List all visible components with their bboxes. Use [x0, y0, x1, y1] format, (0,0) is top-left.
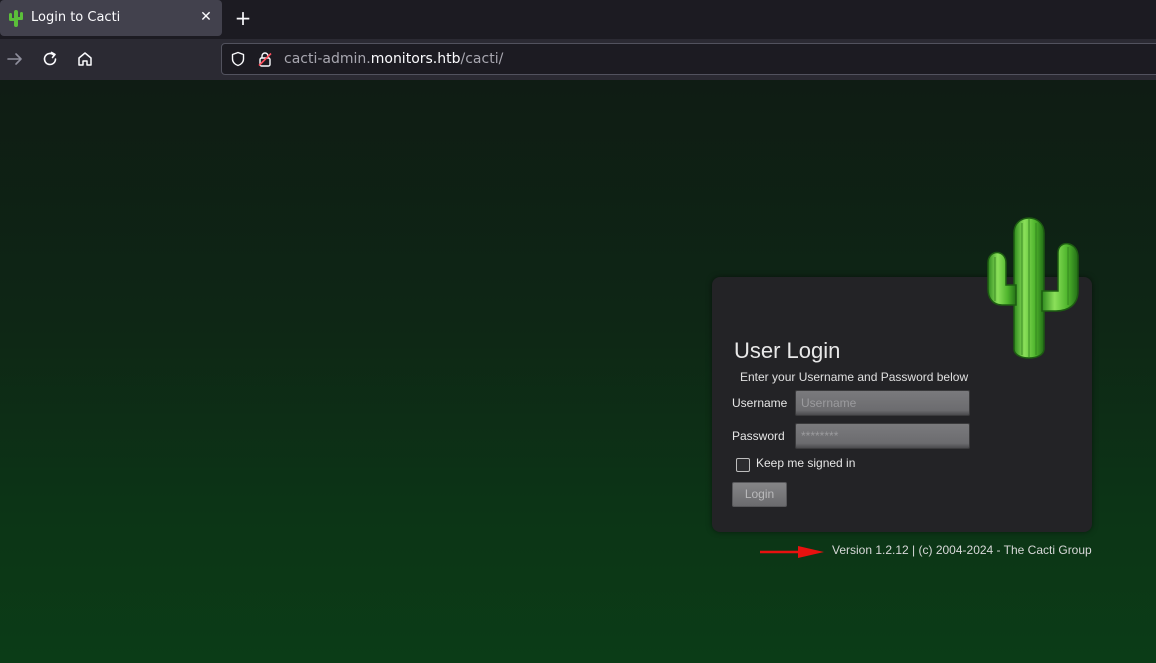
- tab-login-to-cacti[interactable]: Login to Cacti ✕: [0, 0, 222, 36]
- password-input[interactable]: [795, 423, 970, 449]
- url-path: /cacti/: [460, 51, 504, 67]
- home-icon[interactable]: [76, 50, 94, 68]
- login-subtitle: Enter your Username and Password below: [740, 370, 969, 384]
- tab-title: Login to Cacti: [31, 10, 121, 25]
- url-prefix: cacti-admin.: [284, 51, 371, 67]
- login-button[interactable]: Login: [732, 482, 787, 507]
- username-input[interactable]: [795, 390, 970, 416]
- red-arrow-annotation: [760, 546, 824, 558]
- close-icon[interactable]: ✕: [199, 10, 213, 24]
- login-title: User Login: [734, 338, 841, 363]
- keep-signed-in-label[interactable]: Keep me signed in: [756, 456, 855, 470]
- tab-strip: Login to Cacti ✕ +: [0, 0, 1156, 39]
- reload-icon[interactable]: [41, 50, 59, 68]
- plus-icon[interactable]: +: [232, 8, 254, 30]
- cactus-logo: [987, 217, 1079, 359]
- address-bar[interactable]: cacti-admin.monitors.htb/cacti/: [221, 43, 1156, 75]
- keep-signed-in-checkbox[interactable]: [736, 458, 750, 472]
- shield-icon[interactable]: [230, 51, 246, 67]
- username-label: Username: [732, 396, 788, 410]
- navigation-toolbar: cacti-admin.monitors.htb/cacti/: [0, 39, 1156, 80]
- insecure-lock-icon[interactable]: [257, 51, 273, 67]
- cactus-icon: [9, 10, 23, 27]
- url-host: monitors.htb: [370, 51, 461, 67]
- version-footer: Version 1.2.12 | (c) 2004-2024 - The Cac…: [832, 543, 1092, 557]
- arrow-right-icon[interactable]: [6, 50, 24, 68]
- password-label: Password: [732, 429, 785, 443]
- url-text[interactable]: cacti-admin.monitors.htb/cacti/: [284, 51, 503, 67]
